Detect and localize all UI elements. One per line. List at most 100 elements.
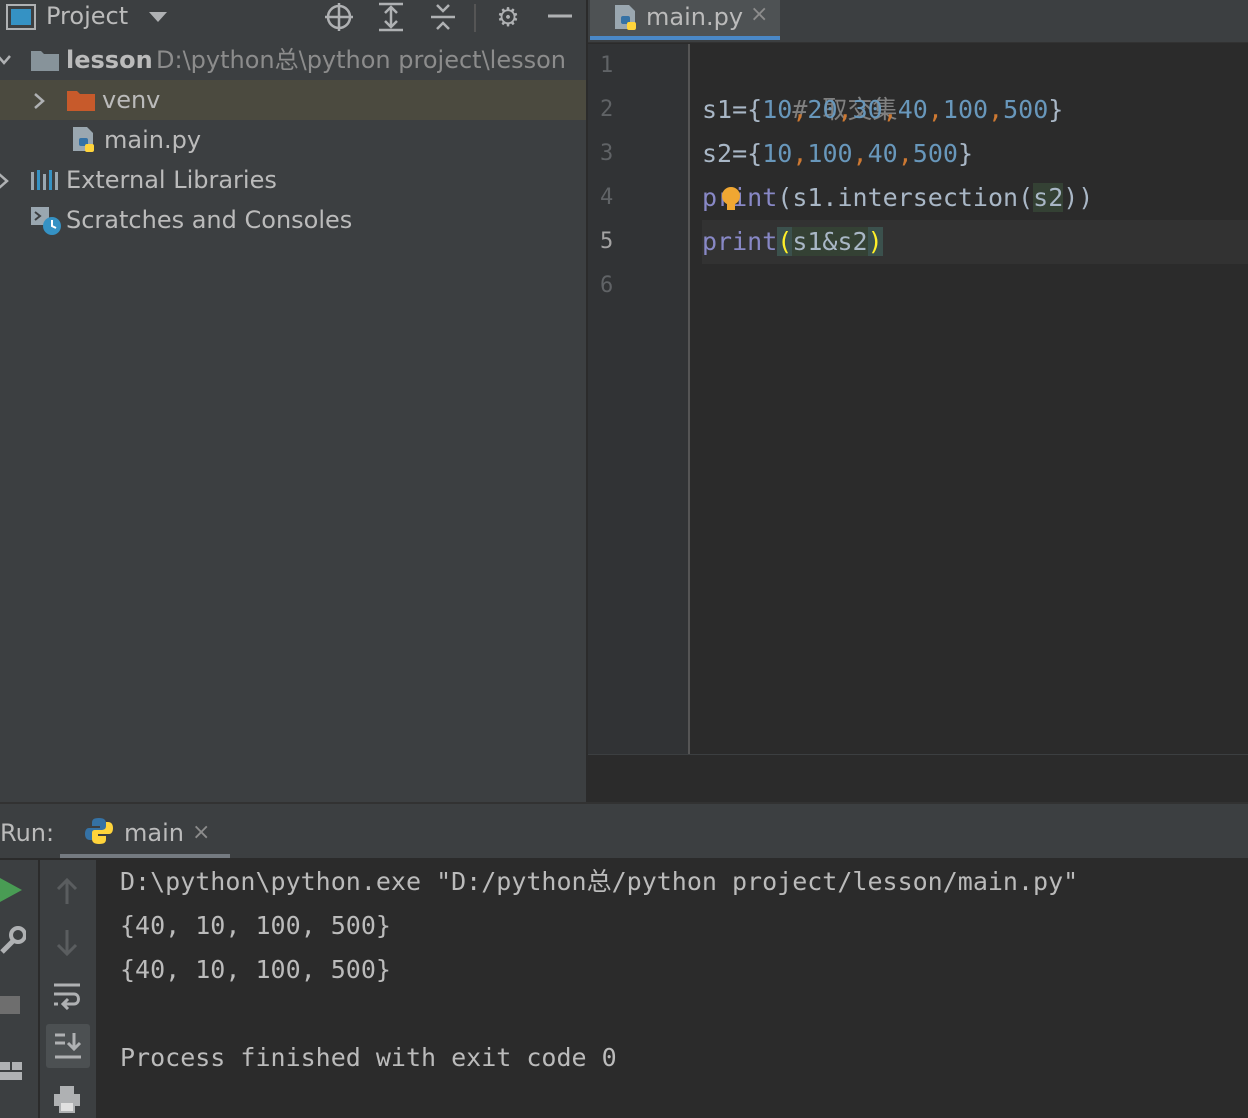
line-number-current: 5 [600,229,614,254]
tree-item-label: External Libraries [66,166,277,194]
python-file-icon [73,127,94,152]
layout-icon[interactable] [0,1058,24,1084]
caret-down-icon[interactable] [148,10,168,24]
toolbar-divider [474,4,476,32]
code-builtin: print [702,227,778,256]
code-token: (s1.intersection( [777,183,1034,212]
close-icon[interactable]: × [750,0,768,30]
code-number: 100 [942,95,989,124]
code-area[interactable]: # 取交集 s1={10,20,30,40,100,500} s2={10,10… [702,44,1248,754]
code-token: s1={ [702,95,763,124]
code-comma: , [837,95,853,124]
code-number: 100 [807,139,853,168]
soft-wrap-icon[interactable] [52,980,82,1010]
up-arrow-icon[interactable] [54,876,80,906]
run-panel: Run: main × D:\python\python.exe "D:/pyt… [0,802,1248,1118]
tree-item-scratches[interactable]: Scratches and Consoles [0,200,586,240]
editor-tab-bar: main.py × [588,0,1248,43]
scroll-to-end-icon [55,1033,82,1059]
run-label: Run: [0,819,55,847]
code-line-2[interactable]: s1={10,20,30,40,100,500} [702,88,1063,132]
code-paren: ) [867,227,883,256]
locate-icon[interactable] [324,2,354,32]
line-number-gutter: 1 2 3 4 5 6 [588,44,690,754]
tree-item-main-py[interactable]: main.py [0,120,586,160]
folder-icon [31,51,59,71]
line-number: 4 [600,185,614,210]
line-number: 3 [600,141,614,166]
code-variable: s2 [1033,183,1064,212]
code-token: } [957,139,973,168]
tree-item-label: main.py [104,126,202,154]
code-comma: , [882,95,898,124]
code-comma: , [927,95,943,124]
tab-main-py[interactable]: main.py × [590,0,780,40]
console-line: Process finished with exit code 0 [120,1043,617,1072]
project-header: Project ⚙ [0,0,586,36]
code-number: 30 [852,95,883,124]
code-number: 40 [867,139,898,168]
code-number: 10 [762,139,793,168]
collapse-all-icon[interactable] [428,2,458,32]
rerun-icon[interactable] [0,876,24,904]
code-number: 40 [897,95,928,124]
line-number: 1 [600,53,614,78]
console-output[interactable]: D:\python\python.exe "D:/python总/python … [120,860,1240,1118]
tree-item-label: venv [102,86,161,114]
line-number: 2 [600,97,614,122]
line-number: 6 [600,273,614,298]
print-icon[interactable] [52,1084,82,1114]
project-view-icon [6,4,36,30]
code-number: 20 [807,95,838,124]
chevron-down-icon[interactable] [0,54,12,66]
code-comma: , [792,95,808,124]
gear-icon[interactable]: ⚙ [494,4,522,32]
code-token: s2={ [702,139,763,168]
tree-item-venv[interactable]: venv [0,80,586,120]
code-comma: , [792,139,808,168]
code-line-4[interactable]: print(s1.intersection(s2)) [702,176,1093,220]
scratches-icon [31,207,61,235]
chevron-right-icon[interactable] [32,92,46,110]
run-tab-main[interactable]: main × [60,804,230,858]
expand-all-icon[interactable] [376,2,406,32]
code-line-5[interactable]: print(s1&s2) [702,220,883,264]
wrench-icon[interactable] [0,926,26,956]
console-line: {40, 10, 100, 500} [120,911,391,940]
run-header: Run: main × [0,804,1248,858]
minimize-icon[interactable] [546,4,574,28]
library-icon [31,170,58,190]
code-paren: ( [777,227,793,256]
run-toolbar-right [40,860,96,1118]
scroll-to-end-button[interactable] [46,1024,90,1068]
project-panel: Project ⚙ lesson D:\python总\python proje… [0,0,586,802]
code-line-3[interactable]: s2={10,100,40,500} [702,132,973,176]
code-number: 10 [762,95,793,124]
close-icon[interactable]: × [192,814,210,852]
tree-item-label: lesson [66,46,153,74]
down-arrow-icon[interactable] [54,928,80,958]
stop-icon[interactable] [0,994,22,1016]
code-line-1[interactable]: # 取交集 [702,44,897,124]
editor-footer [588,754,1248,803]
tree-item-lesson[interactable]: lesson D:\python总\python project\lesson [0,40,586,80]
code-number: 500 [912,139,958,168]
python-icon [85,818,113,844]
chevron-right-icon[interactable] [0,172,10,190]
python-file-icon [615,5,636,30]
tree-item-external-libraries[interactable]: External Libraries [0,160,586,200]
console-line: D:\python\python.exe "D:/python总/python … [120,867,1079,896]
code-token: )) [1063,183,1094,212]
code-variable: s2 [837,227,868,256]
code-comma: , [897,139,913,168]
code-variable: s1& [792,227,838,256]
run-toolbar-left [0,860,38,1118]
code-comma: , [988,95,1004,124]
code-comma: , [852,139,868,168]
tree-item-label: Scratches and Consoles [66,206,353,234]
code-number: 500 [1003,95,1049,124]
console-line: {40, 10, 100, 500} [120,955,391,984]
tree-item-path: D:\python总\python project\lesson [156,46,566,74]
project-title[interactable]: Project [46,0,128,34]
lightbulb-icon[interactable] [720,186,742,214]
